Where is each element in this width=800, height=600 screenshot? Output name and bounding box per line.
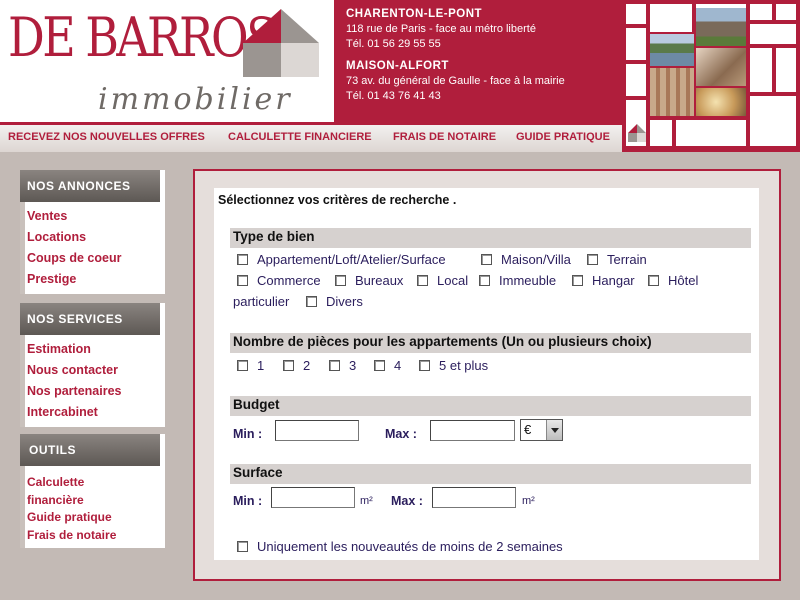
sidebar-item-coups-de-coeur[interactable]: Coups de coeur bbox=[27, 248, 165, 269]
surface-min-label: Min : bbox=[233, 494, 263, 508]
checkbox-pieces-1[interactable]: 1 bbox=[237, 358, 264, 373]
sidebar-heading: NOS SERVICES bbox=[20, 303, 165, 335]
logo[interactable]: DE BARROS immobilier bbox=[0, 0, 334, 122]
checkbox-icon[interactable] bbox=[479, 275, 490, 286]
nav-frais-notaire[interactable]: FRAIS DE NOTAIRE bbox=[393, 131, 496, 143]
sidebar-item-guide-pratique[interactable]: Guide pratique bbox=[27, 509, 165, 527]
photo-facade bbox=[650, 68, 694, 116]
house-small-icon bbox=[628, 124, 646, 142]
photo-lake bbox=[650, 34, 694, 66]
checkbox-icon[interactable] bbox=[306, 296, 317, 307]
dropdown-arrow-icon[interactable] bbox=[546, 420, 562, 440]
form-intro: Sélectionnez vos critères de recherche . bbox=[218, 193, 457, 207]
checkbox-icon[interactable] bbox=[587, 254, 598, 265]
checkbox-bureaux[interactable]: Bureaux bbox=[335, 273, 403, 288]
agency-city: CHARENTON-LE-PONT bbox=[346, 8, 483, 20]
sidebar-item-calculette[interactable]: Calculette bbox=[27, 474, 165, 492]
checkbox-appartement[interactable]: Appartement/Loft/Atelier/Surface bbox=[237, 252, 446, 267]
section-surface: Surface bbox=[230, 464, 751, 484]
surface-unit: m² bbox=[522, 495, 535, 507]
option-label: particulier bbox=[233, 294, 290, 309]
sidebar-item-ventes[interactable]: Ventes bbox=[27, 206, 165, 227]
agency-phone: Tél. 01 56 29 55 55 bbox=[346, 38, 441, 50]
checkbox-maison[interactable]: Maison/Villa bbox=[481, 252, 571, 267]
checkbox-local[interactable]: Local bbox=[417, 273, 468, 288]
sidebar-item-locations[interactable]: Locations bbox=[27, 227, 165, 248]
sidebar-item-calculette[interactable]: financière bbox=[27, 492, 165, 510]
checkbox-icon[interactable] bbox=[374, 360, 385, 371]
photo-collage bbox=[622, 0, 800, 152]
section-pieces: Nombre de pièces pour les appartements (… bbox=[230, 333, 751, 353]
budget-max-input[interactable] bbox=[430, 420, 515, 441]
logo-tagline: immobilier bbox=[98, 82, 293, 117]
agency-city: MAISON-ALFORT bbox=[346, 60, 449, 72]
currency-select[interactable]: € bbox=[520, 419, 563, 441]
checkbox-icon[interactable] bbox=[329, 360, 340, 371]
checkbox-icon[interactable] bbox=[417, 275, 428, 286]
budget-min-input[interactable] bbox=[275, 420, 359, 441]
budget-min-label: Min : bbox=[233, 427, 263, 441]
sidebar-outils: OUTILS Calculette financière Guide prati… bbox=[20, 434, 165, 548]
section-budget: Budget bbox=[230, 396, 751, 416]
checkbox-hotel[interactable]: Hôtel bbox=[648, 273, 698, 288]
nav-calculette[interactable]: CALCULETTE FINANCIERE bbox=[228, 131, 372, 143]
photo-dining bbox=[696, 88, 746, 116]
checkbox-pieces-4[interactable]: 4 bbox=[374, 358, 401, 373]
checkbox-icon[interactable] bbox=[237, 275, 248, 286]
checkbox-pieces-2[interactable]: 2 bbox=[283, 358, 310, 373]
sidebar-item-intercabinet[interactable]: Intercabinet bbox=[27, 402, 165, 423]
nav-guide-pratique[interactable]: GUIDE PRATIQUE bbox=[516, 131, 610, 143]
sidebar-heading: NOS ANNONCES bbox=[20, 170, 165, 202]
agency-phone: Tél. 01 43 76 41 43 bbox=[346, 90, 441, 102]
checkbox-commerce[interactable]: Commerce bbox=[237, 273, 321, 288]
sidebar-item-estimation[interactable]: Estimation bbox=[27, 339, 165, 360]
agency-address: 118 rue de Paris - face au métro liberté bbox=[346, 23, 536, 35]
agency-address: 73 av. du général de Gaulle - face à la … bbox=[346, 75, 565, 87]
sidebar-item-partenaires[interactable]: Nos partenaires bbox=[27, 381, 165, 402]
sidebar-heading: OUTILS bbox=[20, 434, 165, 466]
checkbox-icon[interactable] bbox=[237, 360, 248, 371]
budget-max-label: Max : bbox=[385, 427, 417, 441]
checkbox-icon[interactable] bbox=[283, 360, 294, 371]
checkbox-icon[interactable] bbox=[572, 275, 583, 286]
photo-house bbox=[696, 8, 746, 46]
checkbox-pieces-3[interactable]: 3 bbox=[329, 358, 356, 373]
checkbox-icon[interactable] bbox=[335, 275, 346, 286]
agency-contacts: CHARENTON-LE-PONT 118 rue de Paris - fac… bbox=[334, 0, 622, 122]
checkbox-icon[interactable] bbox=[419, 360, 430, 371]
checkbox-icon[interactable] bbox=[237, 254, 248, 265]
logo-name: DE BARROS bbox=[8, 6, 278, 69]
checkbox-divers[interactable]: Divers bbox=[306, 294, 363, 309]
sidebar-annonces: NOS ANNONCES Ventes Locations Coups de c… bbox=[20, 170, 165, 294]
surface-unit: m² bbox=[360, 495, 373, 507]
checkbox-hangar[interactable]: Hangar bbox=[572, 273, 635, 288]
sidebar-item-contact[interactable]: Nous contacter bbox=[27, 360, 165, 381]
sidebar-services: NOS SERVICES Estimation Nous contacter N… bbox=[20, 303, 165, 427]
checkbox-terrain[interactable]: Terrain bbox=[587, 252, 647, 267]
surface-max-input[interactable] bbox=[432, 487, 516, 508]
house-logo-icon bbox=[243, 9, 319, 77]
checkbox-icon[interactable] bbox=[237, 541, 248, 552]
sidebar-item-prestige[interactable]: Prestige bbox=[27, 269, 165, 290]
checkbox-icon[interactable] bbox=[648, 275, 659, 286]
surface-min-input[interactable] bbox=[271, 487, 355, 508]
currency-value: € bbox=[524, 422, 532, 437]
nav-nouvelles-offres[interactable]: RECEVEZ NOS NOUVELLES OFFRES bbox=[8, 131, 205, 143]
section-type-bien: Type de bien bbox=[230, 228, 751, 248]
checkbox-nouveautes[interactable]: Uniquement les nouveautés de moins de 2 … bbox=[237, 539, 563, 554]
surface-max-label: Max : bbox=[391, 494, 423, 508]
checkbox-immeuble[interactable]: Immeuble bbox=[479, 273, 556, 288]
top-nav: RECEVEZ NOS NOUVELLES OFFRES CALCULETTE … bbox=[0, 122, 622, 152]
photo-living-room bbox=[696, 48, 746, 86]
checkbox-pieces-5plus[interactable]: 5 et plus bbox=[419, 358, 488, 373]
checkbox-icon[interactable] bbox=[481, 254, 492, 265]
sidebar-item-frais-notaire[interactable]: Frais de notaire bbox=[27, 527, 165, 545]
